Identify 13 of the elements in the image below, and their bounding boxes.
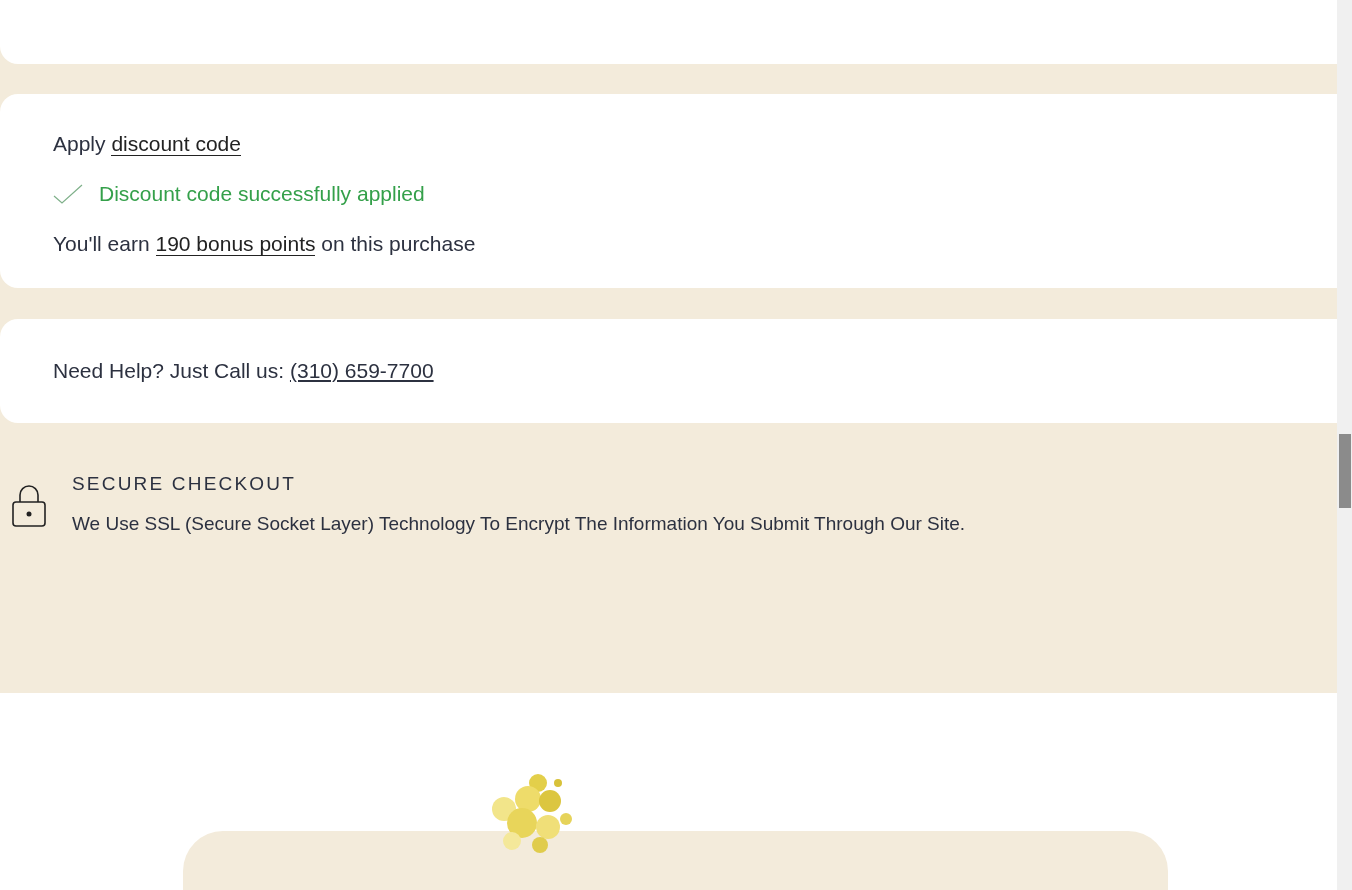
success-message: Discount code successfully applied — [99, 182, 425, 206]
points-sentence: You'll earn 190 bonus points on this purchase — [53, 231, 477, 258]
discount-sentence: Apply discount code — [53, 131, 242, 158]
check-icon — [53, 184, 83, 204]
lock-icon — [12, 485, 46, 527]
discount-code-link[interactable]: discount code — [111, 132, 241, 156]
help-sentence: Need Help? Just Call us: (310) 659-7700 — [53, 358, 435, 384]
scrollbar[interactable] — [1337, 0, 1352, 890]
scrollbar-thumb[interactable] — [1339, 434, 1351, 508]
bonus-points-link[interactable]: 190 bonus points — [155, 232, 316, 256]
secure-checkout-title: SECURE CHECKOUT — [72, 473, 298, 495]
phone-link[interactable]: (310) 659-7700 — [289, 359, 434, 382]
secure-checkout-text: We Use SSL (Secure Socket Layer) Technology To Encrypt The Information You Submit Through Our Site. — [72, 513, 966, 535]
